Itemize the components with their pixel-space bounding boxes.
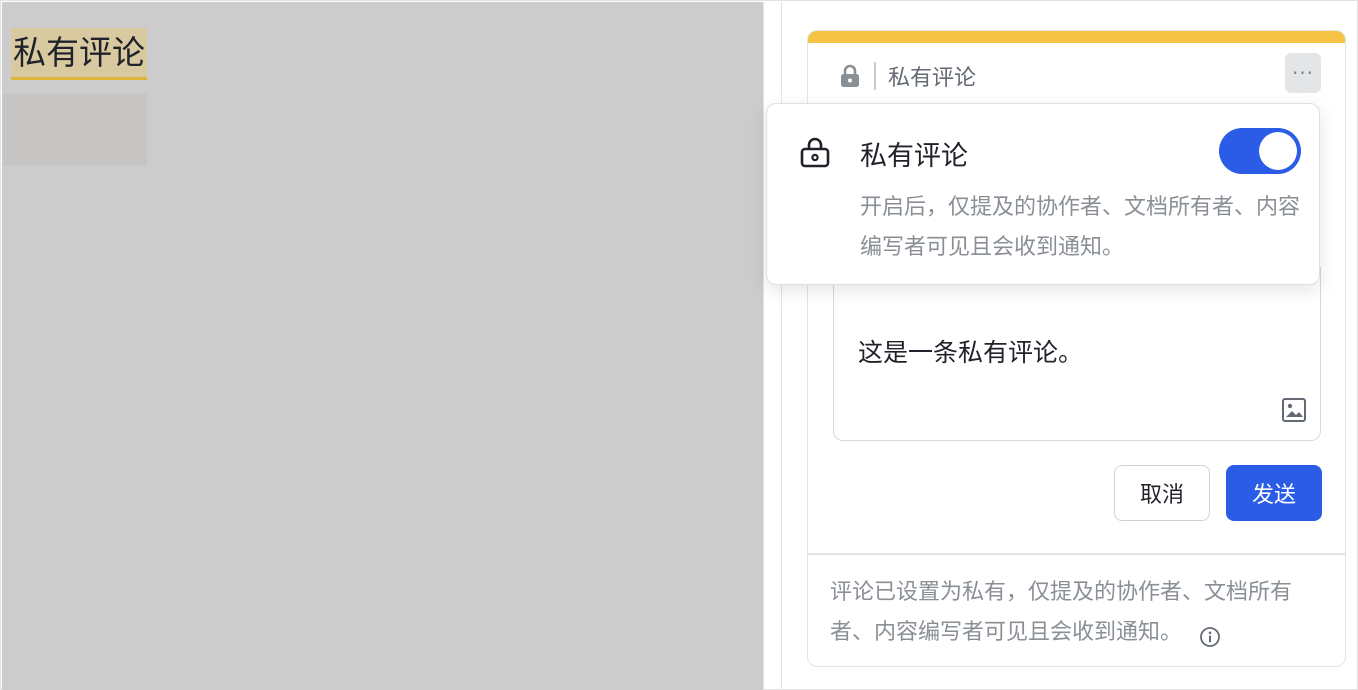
footer-divider — [808, 553, 1345, 555]
privacy-footer-note: 评论已设置为私有，仅提及的协作者、文档所有者、内容编写者可见且会收到通知。 — [830, 573, 1320, 653]
card-header-label: 私有评论 — [888, 66, 977, 91]
private-comment-toggle[interactable] — [1219, 128, 1301, 174]
footer-note-text: 评论已设置为私有，仅提及的协作者、文档所有者、内容编写者可见且会收到通知。 — [830, 580, 1293, 645]
popup-description: 开启后，仅提及的协作者、文档所有者、内容编写者可见且会收到通知。 — [860, 195, 1301, 260]
send-button[interactable]: 发送 — [1226, 465, 1322, 521]
comment-editor[interactable]: 这是一条私有评论。 — [833, 267, 1321, 441]
card-accent-bar — [808, 31, 1345, 43]
more-options-button[interactable]: ··· — [1285, 53, 1321, 93]
comment-text[interactable]: 这是一条私有评论。 — [858, 333, 1083, 369]
highlighted-text[interactable]: 私有评论 — [11, 28, 147, 80]
info-icon[interactable] — [1199, 622, 1221, 647]
popup-title: 私有评论 — [860, 141, 968, 172]
panel-divider — [763, 2, 764, 690]
document-area: 私有评论 — [2, 2, 763, 690]
blurred-content — [3, 94, 147, 166]
image-icon[interactable] — [1280, 396, 1308, 424]
private-comment-popup: 私有评论 开启后，仅提及的协作者、文档所有者、内容编写者可见且会收到通知。 — [766, 103, 1320, 285]
toggle-knob — [1259, 132, 1297, 170]
app-frame: 私有评论 私有评论 ··· 这是一条私有评论。 取消 发送 评论已设置为私有，仅… — [0, 0, 1358, 690]
header-separator — [874, 62, 876, 90]
card-header: 私有评论 — [836, 61, 976, 91]
lock-icon — [836, 62, 864, 90]
cancel-button[interactable]: 取消 — [1114, 465, 1210, 521]
lock-outline-icon — [797, 134, 833, 170]
